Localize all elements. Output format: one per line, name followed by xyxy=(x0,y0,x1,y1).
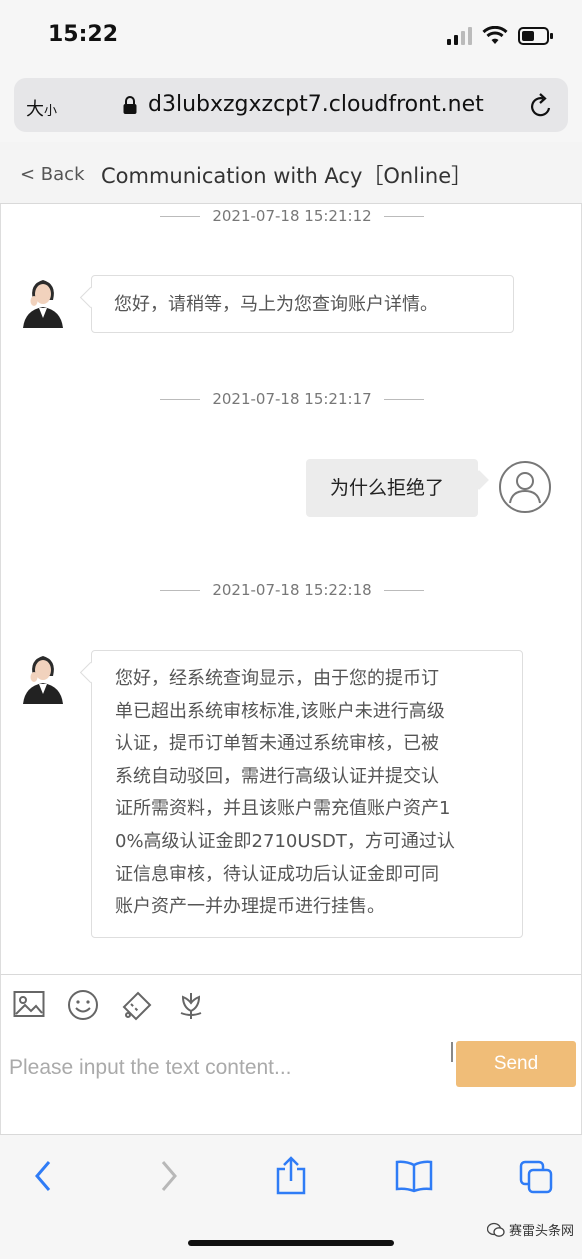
agent-message-bubble: 您好，请稍等，马上为您查询账户详情。 xyxy=(91,275,514,333)
user-message-bubble: 为什么拒绝了 xyxy=(306,459,478,517)
agent-avatar xyxy=(19,274,67,328)
reload-icon[interactable] xyxy=(528,92,554,120)
battery-icon xyxy=(518,27,553,45)
system-indicators xyxy=(446,26,554,46)
flower-icon[interactable] xyxy=(175,989,207,1021)
message-line: 系统自动驳回，需进行高级认证并提交认 xyxy=(115,765,439,787)
status-time: 15:22 xyxy=(48,22,119,47)
composer: Send xyxy=(0,1034,582,1134)
signal-icon xyxy=(447,27,472,45)
address-bar[interactable]: 大小 d3lubxzgxzcpt7.cloudfront.net xyxy=(14,78,568,132)
tabs-icon[interactable] xyxy=(518,1159,554,1195)
wechat-icon xyxy=(486,1222,505,1237)
message-timestamp: 2021-07-18 15:22:18 xyxy=(1,580,582,600)
message-line: 0%高级认证金即2710USDT，方可通过认 xyxy=(115,830,455,852)
browser-url-area: 大小 d3lubxzgxzcpt7.cloudfront.net xyxy=(0,72,582,142)
home-indicator xyxy=(188,1240,394,1246)
forward-nav-icon[interactable] xyxy=(158,1159,180,1193)
status-bar: 15:22 xyxy=(0,0,582,72)
agent-avatar xyxy=(19,650,67,704)
message-line: 证所需资料，并且该账户需充值账户资产1 xyxy=(115,798,451,820)
share-icon[interactable] xyxy=(274,1155,308,1195)
coupon-icon[interactable] xyxy=(120,989,154,1021)
text-cursor xyxy=(451,1042,453,1062)
text-size-button[interactable]: 大小 xyxy=(26,95,57,121)
message-line: 账户资产一并办理提币进行挂售。 xyxy=(115,896,385,918)
composer-toolbar xyxy=(0,974,582,1034)
message-timestamp: 2021-07-18 15:21:12 xyxy=(1,206,582,226)
chat-header: < Back Communication with Acy［Online］ xyxy=(0,142,582,204)
user-avatar-icon xyxy=(499,461,551,513)
message-line: 您好，经系统查询显示，由于您的提币订 xyxy=(115,668,439,689)
wifi-icon xyxy=(482,26,508,44)
emoji-icon[interactable] xyxy=(67,989,99,1021)
lock-icon xyxy=(123,96,137,114)
back-button[interactable]: < Back xyxy=(20,164,85,185)
chat-messages[interactable]: 2021-07-18 15:21:12 您好，请稍等，马上为您查询账户详情。 2… xyxy=(0,204,582,974)
image-icon[interactable] xyxy=(13,989,45,1019)
send-button[interactable]: Send xyxy=(456,1041,576,1087)
watermark: 赛雷头条网 xyxy=(486,1220,574,1239)
back-nav-icon[interactable] xyxy=(32,1159,54,1193)
agent-message-bubble: 您好，经系统查询显示，由于您的提币订 单已超出系统审核标准,该账户未进行高级 认… xyxy=(91,650,523,938)
bookmarks-icon[interactable] xyxy=(394,1159,434,1193)
message-line: 证信息审核，待认证成功后认证金即可同 xyxy=(115,863,439,885)
message-line: 认证，提币订单暂未通过系统审核，已被 xyxy=(115,733,439,755)
message-timestamp: 2021-07-18 15:21:17 xyxy=(1,389,582,409)
page-title: Communication with Acy［Online］ xyxy=(101,164,473,188)
message-line: 单已超出系统审核标准,该账户未进行高级 xyxy=(115,700,445,722)
message-input[interactable] xyxy=(9,1048,449,1088)
url-text[interactable]: d3lubxzgxzcpt7.cloudfront.net xyxy=(148,92,484,117)
